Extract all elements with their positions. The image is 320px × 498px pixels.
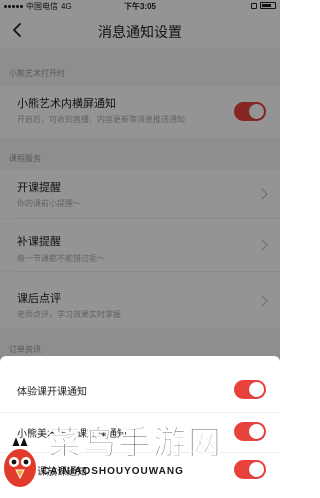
row-label: 体验课开课通知 bbox=[17, 387, 87, 398]
trial-start-toggle[interactable] bbox=[234, 380, 266, 399]
toggle-knob bbox=[249, 382, 264, 397]
sheet-row-trial-start: 体验课开课通知 bbox=[0, 372, 280, 408]
watermark: 菜鸟手游网 CAINIAOSHOUYOUWANG bbox=[0, 410, 280, 498]
watermark-subtitle: CAINIAOSHOUYOUWANG bbox=[42, 466, 184, 477]
notification-settings-screen: 中国电信 4G 下午3:05 消息通知设置 小熊艺术打开时 小熊艺术内横屏通知 … bbox=[0, 0, 280, 498]
watermark-title: 菜鸟手游网 bbox=[48, 423, 223, 463]
bird-logo-icon bbox=[2, 434, 38, 489]
